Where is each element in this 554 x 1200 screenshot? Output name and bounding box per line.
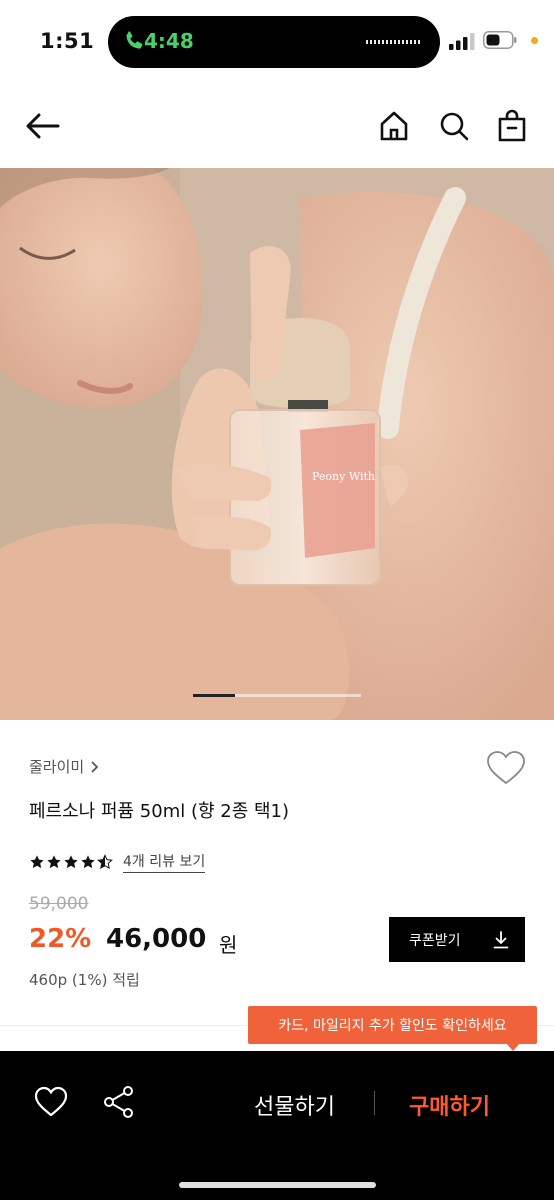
waveform-icon — [366, 40, 422, 44]
reward-points: 460p (1%) 적립 — [29, 971, 140, 989]
signal-strength-icon — [449, 33, 475, 50]
home-indicator[interactable] — [179, 1182, 376, 1188]
top-navigation — [0, 84, 554, 168]
bottle-label-text: Peony With — [312, 470, 375, 483]
call-duration: 4:48 — [144, 29, 194, 53]
privacy-indicator-dot — [531, 37, 538, 44]
wishlist-heart-icon[interactable] — [34, 1086, 68, 1118]
share-icon[interactable] — [103, 1085, 135, 1119]
star-full-icon — [47, 855, 61, 869]
product-photo: Peony With — [0, 168, 554, 720]
dynamic-island[interactable]: 4:48 — [108, 16, 440, 68]
status-bar: 1:51 4:48 — [0, 0, 554, 84]
original-price: 59,000 — [29, 894, 89, 914]
chevron-right-icon — [91, 760, 99, 773]
star-rating — [29, 854, 113, 870]
phone-icon — [126, 31, 143, 49]
carousel-indicator — [193, 694, 361, 697]
product-image-carousel[interactable]: Peony With — [0, 168, 554, 720]
coupon-button-label: 쿠폰받기 — [409, 932, 461, 949]
wishlist-heart-icon[interactable] — [486, 750, 526, 786]
gift-button[interactable]: 선물하기 — [254, 1089, 335, 1121]
download-icon — [493, 930, 509, 948]
star-full-icon — [81, 855, 95, 869]
cart-button[interactable] — [492, 106, 532, 146]
sale-price: 46,000 — [106, 924, 207, 954]
discount-tooltip: 카드, 마일리지 추가 할인도 확인하세요 — [248, 1006, 537, 1044]
star-half-icon — [97, 854, 113, 870]
back-button[interactable] — [22, 106, 62, 146]
coupon-button[interactable]: 쿠폰받기 — [389, 917, 525, 962]
shopping-bag-icon — [498, 109, 526, 142]
battery-icon — [483, 31, 517, 49]
carousel-indicator-progress — [193, 694, 235, 697]
search-icon — [440, 112, 469, 141]
brand-name: 줄라이미 — [29, 758, 85, 776]
tooltip-pointer — [506, 1043, 520, 1051]
home-button[interactable] — [374, 106, 414, 146]
discount-rate: 22% — [29, 924, 92, 954]
search-button[interactable] — [434, 106, 474, 146]
clock-time: 1:51 — [40, 29, 95, 53]
product-title: 페르소나 퍼퓸 50ml (향 2종 택1) — [29, 801, 290, 822]
star-full-icon — [64, 855, 78, 869]
back-arrow-icon — [26, 113, 60, 139]
home-icon — [380, 111, 408, 141]
rating-row: 4개 리뷰 보기 — [29, 851, 206, 873]
button-separator — [374, 1091, 375, 1115]
buy-button[interactable]: 구매하기 — [409, 1089, 490, 1121]
star-full-icon — [30, 855, 44, 869]
review-link[interactable]: 4개 리뷰 보기 — [123, 851, 206, 873]
purchase-bar: 선물하기 구매하기 — [0, 1051, 554, 1200]
brand-link[interactable]: 줄라이미 — [29, 756, 100, 777]
currency-unit: 원 — [219, 933, 238, 957]
